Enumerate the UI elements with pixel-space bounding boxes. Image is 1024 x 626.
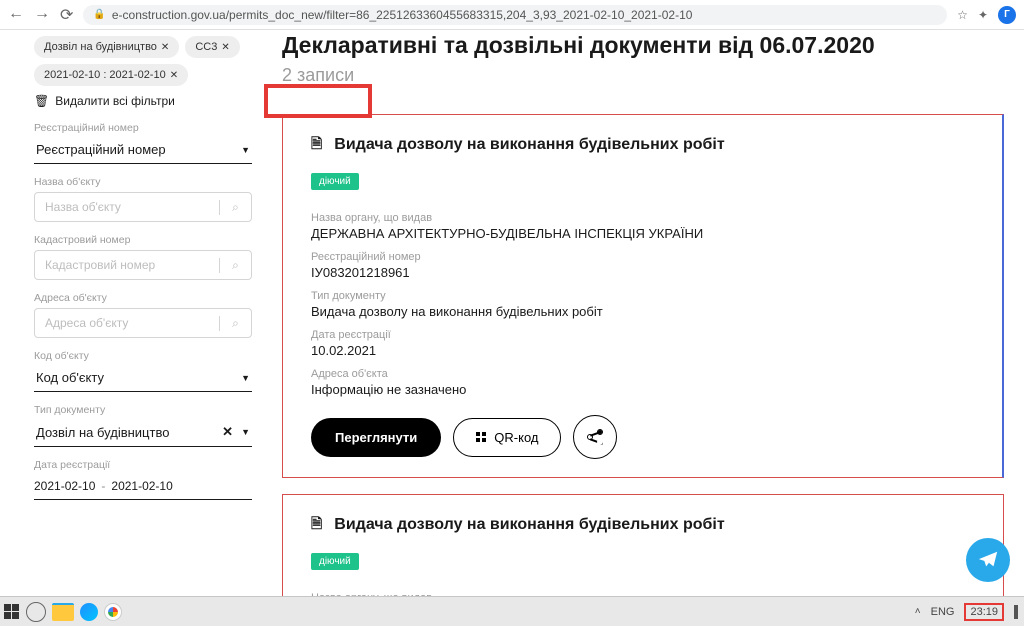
start-icon[interactable] [4,604,20,620]
share-button[interactable] [573,415,617,459]
reg-number-select[interactable]: Реєстраційний номер▼ [34,138,252,164]
card-title: Видача дозволу на виконання будівельних … [334,516,724,534]
status-badge: діючий [311,173,359,190]
filter-chip[interactable]: 2021-02-10 : 2021-02-10✕ [34,64,188,86]
field-label: Назва об'єкту [34,176,252,188]
extensions-icon[interactable]: ✦ [978,8,988,22]
clock[interactable]: 23:19 [964,603,1004,621]
document-icon: 🗎 [311,133,322,157]
page-title: Декларативні та дозвільні документи від … [282,32,1004,59]
result-count: 2 записи [282,65,354,86]
date-range-input[interactable]: 2021-02-10 - 2021-02-10 [34,475,252,500]
profile-avatar[interactable]: Г [998,6,1016,24]
document-card: 🗎 Видача дозволу на виконання будівельни… [282,494,1004,596]
close-icon[interactable]: ✕ [170,70,178,81]
doc-type-select[interactable]: Дозвіл на будівництво ✕ ▼ [34,420,252,447]
reload-icon[interactable]: ⟳ [60,5,73,25]
object-name-input[interactable]: Назва об'єкту ⌕ [34,192,252,222]
document-card: 🗎 Видача дозволу на виконання будівельни… [282,114,1004,478]
status-badge: діючий [311,553,359,570]
telegram-button[interactable] [966,538,1010,582]
qr-button[interactable]: QR-код [453,418,561,457]
object-code-select[interactable]: Код об'єкту▼ [34,366,252,392]
url-bar[interactable]: 🔒 e-construction.gov.ua/permits_doc_new/… [83,5,947,25]
field-label: Тип документу [34,404,252,416]
close-icon[interactable]: ✕ [161,42,169,53]
telegram-icon [977,549,999,571]
search-icon[interactable]: ⌕ [219,258,251,273]
chevron-down-icon: ▼ [241,427,250,437]
browser-chrome: ← → ⟳ 🔒 e-construction.gov.ua/permits_do… [0,0,1024,30]
document-icon: 🗎 [311,513,322,537]
chrome-icon[interactable] [104,603,122,621]
share-icon [587,429,603,445]
qr-icon [476,432,486,442]
forward-icon[interactable]: → [34,5,50,25]
back-icon[interactable]: ← [8,5,24,25]
card-title: Видача дозволу на виконання будівельних … [334,136,724,154]
chevron-down-icon: ▼ [241,145,250,155]
lock-icon: 🔒 [93,9,105,20]
explorer-icon[interactable] [52,603,74,621]
clear-filters-button[interactable]: 🗑 Видалити всі фільтри [34,94,252,108]
close-icon[interactable]: ✕ [222,424,233,440]
trash-icon: 🗑 [34,94,49,108]
notification-icon[interactable] [1014,605,1018,619]
field-label: Реєстраційний номер [34,122,252,134]
close-icon[interactable]: ✕ [221,42,229,53]
cadastre-input[interactable]: Кадастровий номер ⌕ [34,250,252,280]
language-indicator[interactable]: ENG [931,606,955,618]
view-button[interactable]: Переглянути [311,418,441,457]
edge-icon[interactable] [80,603,98,621]
field-label: Дата реєстрації [34,459,252,471]
search-icon[interactable] [26,602,46,622]
chevron-down-icon: ▼ [241,373,250,383]
highlight-box [264,84,372,118]
url-text: e-construction.gov.ua/permits_doc_new/fi… [112,8,693,22]
field-label: Кадастровий номер [34,234,252,246]
search-icon[interactable]: ⌕ [219,316,251,331]
object-address-input[interactable]: Адреса об'єкту ⌕ [34,308,252,338]
windows-taskbar: ˄ ENG 23:19 [0,596,1024,626]
main-content: Декларативні та дозвільні документи від … [272,30,1024,596]
field-label: Адреса об'єкту [34,292,252,304]
star-icon[interactable]: ☆ [957,8,968,22]
search-icon[interactable]: ⌕ [219,200,251,215]
field-label: Код об'єкту [34,350,252,362]
tray-chevron-icon[interactable]: ˄ [915,606,921,617]
filters-sidebar: Дозвіл на будівництво✕ СС3✕ 2021-02-10 :… [0,30,272,596]
filter-chip[interactable]: СС3✕ [185,36,239,58]
filter-chip[interactable]: Дозвіл на будівництво✕ [34,36,179,58]
